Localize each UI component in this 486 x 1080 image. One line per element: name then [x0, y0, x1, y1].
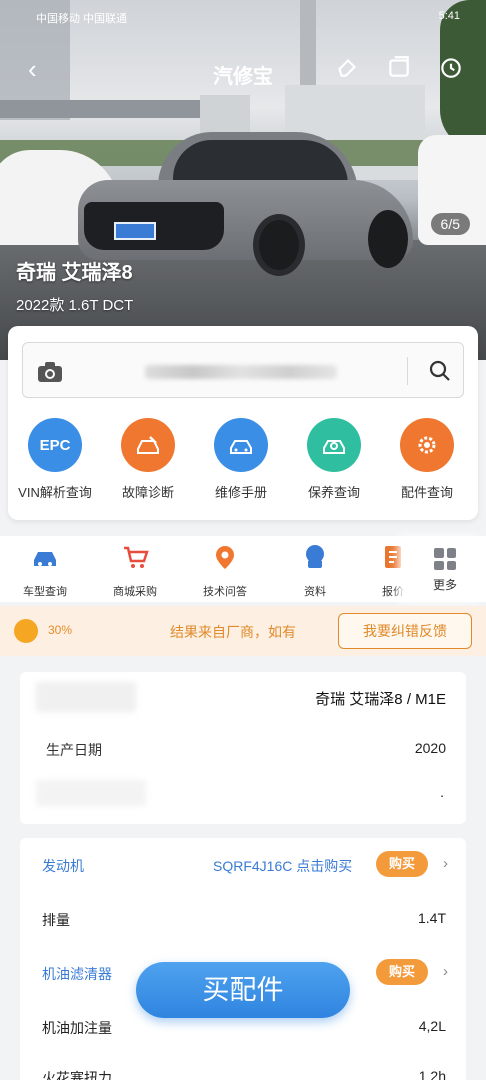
feature-repair-manual[interactable]: 维修手册 — [195, 418, 287, 501]
car-icon — [34, 552, 56, 566]
notice-banner: 30% 结果来自厂商，如有 我要纠错反馈 — [0, 606, 486, 656]
feature-parts-query[interactable]: 配件查询 — [381, 418, 473, 501]
document-icon — [385, 546, 401, 568]
epc-icon: EPC — [28, 418, 82, 472]
feature-label: 故障诊断 — [121, 485, 174, 500]
chevron-right-icon: › — [443, 963, 448, 980]
car-repair-icon — [121, 418, 175, 472]
row-key: 机油滤清器 — [42, 966, 112, 982]
buy-button[interactable]: 购买 — [376, 851, 428, 877]
blurred-label — [36, 780, 146, 806]
top-nav: ‹ 汽修宝 — [0, 48, 486, 92]
table-row[interactable]: 发动机 SQRF4J16C 点击购买 购买 › — [20, 838, 466, 892]
quick-label: 资料 — [304, 586, 326, 598]
feature-label: 配件查询 — [400, 485, 453, 500]
location-pin-icon — [216, 546, 234, 569]
row-value: 4,2L — [418, 1018, 446, 1034]
car-name: 奇瑞 艾瑞泽8 — [16, 262, 133, 284]
buy-parts-button[interactable]: 买配件 — [136, 962, 350, 1018]
blurred-label — [36, 682, 136, 712]
row-key: 火花塞扭力 — [42, 1070, 112, 1080]
grid-icon — [434, 548, 456, 570]
row-key: 排量 — [42, 912, 70, 928]
badge-icon — [306, 545, 324, 568]
row-key: 发动机 — [42, 858, 84, 874]
extra-value: . — [440, 784, 444, 800]
more-label: 更多 — [432, 578, 457, 592]
production-date-label: 生产日期 — [46, 742, 102, 758]
history-icon[interactable] — [438, 54, 464, 80]
quick-label: 商城采购 — [113, 586, 157, 598]
carrier-text: 中国移动 中国联通 — [36, 13, 128, 25]
diamond-icon — [14, 619, 38, 643]
quick-item-docs[interactable]: 资料 — [280, 544, 350, 599]
table-row: 火花塞扭力 1 2h — [20, 1050, 466, 1080]
search-icon[interactable] — [428, 359, 452, 383]
quick-item-tech[interactable]: 技术问答 — [190, 544, 260, 599]
status-bar: 中国移动 中国联通 5:41 — [0, 8, 486, 32]
more-button[interactable]: 更多 — [404, 536, 486, 602]
camera-icon[interactable] — [37, 361, 63, 383]
car-service-icon — [214, 418, 268, 472]
notice-text: 结果来自厂商，如有 — [170, 624, 296, 640]
row-value: 1 2h — [418, 1068, 446, 1080]
feature-vin-query[interactable]: EPC VIN解析查询 — [9, 418, 101, 501]
window-icon[interactable] — [386, 54, 412, 80]
feature-label: 保养查询 — [307, 485, 360, 500]
row-value: 1.4T — [417, 910, 446, 926]
feedback-button[interactable]: 我要纠错反馈 — [338, 613, 472, 649]
clock-text: 5:41 — [438, 10, 460, 22]
car-subtitle: 2022款 1.6T DCT — [16, 297, 134, 314]
table-row: 排量 1.4T — [20, 892, 466, 946]
vin-value-blurred — [145, 365, 337, 379]
row-key: 机油加注量 — [42, 1020, 112, 1036]
quick-label: 车型查询 — [23, 586, 67, 598]
match-percent: 30% — [48, 623, 73, 637]
feature-card: EPC VIN解析查询 故障诊断 维修手册 保养查询 配件查询 — [8, 326, 478, 520]
quick-label: 技术问答 — [203, 586, 247, 598]
eraser-icon[interactable] — [334, 54, 360, 80]
page-title: 汽修宝 — [213, 66, 273, 88]
gear-search-icon — [400, 418, 454, 472]
parts-info-card: 发动机 SQRF4J16C 点击购买 购买 › 排量 1.4T 机油滤清器 购买… — [20, 838, 466, 1080]
feature-label: 维修手册 — [214, 485, 267, 500]
background-bridge — [0, 100, 200, 118]
model-value: 奇瑞 艾瑞泽8 / M1E — [315, 691, 446, 708]
cart-icon — [124, 546, 149, 568]
engine-code: SQRF4J16C 点击购买 — [213, 858, 353, 874]
maintenance-icon — [307, 418, 361, 472]
vehicle-info-card: 奇瑞 艾瑞泽8 / M1E 生产日期 2020 . — [20, 672, 466, 824]
photo-counter[interactable]: 6/5 — [430, 213, 470, 235]
buy-button[interactable]: 购买 — [376, 959, 428, 985]
divider — [407, 357, 408, 385]
vin-search-bar[interactable] — [22, 342, 464, 398]
quick-item-mall[interactable]: 商城采购 — [100, 544, 170, 599]
feature-maintenance[interactable]: 保养查询 — [288, 418, 380, 501]
production-date-value: 2020 — [414, 740, 446, 756]
feature-fault-diagnosis[interactable]: 故障诊断 — [102, 418, 194, 501]
feature-label: VIN解析查询 — [18, 485, 92, 500]
chevron-right-icon: › — [443, 855, 448, 872]
quick-item-model[interactable]: 车型查询 — [10, 544, 80, 599]
